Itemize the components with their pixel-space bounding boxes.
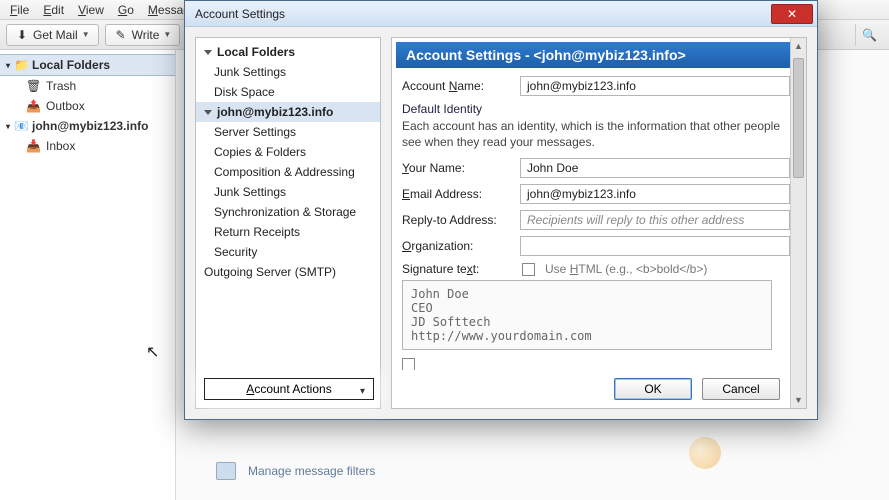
chevron-down-icon: ▾ <box>6 122 10 131</box>
use-html-checkbox[interactable] <box>522 263 535 276</box>
scroll-up-icon[interactable]: ▲ <box>791 38 806 54</box>
identity-desc: Each account has an identity, which is t… <box>402 118 782 150</box>
chevron-down-icon: ▾ <box>6 61 10 70</box>
close-button[interactable]: ✕ <box>771 4 813 24</box>
dialog-panel: Account Settings - <john@mybiz123.info> … <box>391 37 807 409</box>
nav-smtp[interactable]: Outgoing Server (SMTP) <box>196 262 380 282</box>
org-label: Organization: <box>402 239 512 253</box>
dropdown-icon: ▼ <box>163 30 171 39</box>
search-icon[interactable]: 🔍 <box>855 24 883 46</box>
account-name-input[interactable]: john@mybiz123.info <box>520 76 790 96</box>
inbox-label: Inbox <box>46 139 75 153</box>
signature-textarea[interactable]: John Doe CEO JD Softtech http://www.your… <box>402 280 772 350</box>
email-input[interactable]: john@mybiz123.info <box>520 184 790 204</box>
nav-account[interactable]: john@mybiz123.info <box>196 102 380 122</box>
chevron-down-icon <box>204 110 212 115</box>
inbox-icon: 📥 <box>26 139 40 153</box>
panel-header: Account Settings - <john@mybiz123.info> <box>396 42 802 68</box>
folder-outbox[interactable]: 📤 Outbox <box>0 96 175 116</box>
write-label: Write <box>132 28 160 42</box>
watermark <box>689 431 869 475</box>
panel-scrollbar[interactable]: ▲ ▼ <box>790 38 806 408</box>
identity-title: Default Identity <box>402 102 792 116</box>
folder-icon: 📁 <box>14 58 28 72</box>
dialog-titlebar[interactable]: Account Settings ✕ <box>185 1 817 27</box>
your-name-input[interactable]: John Doe <box>520 158 790 178</box>
scroll-down-icon[interactable]: ▼ <box>791 392 806 408</box>
account-settings-dialog: Account Settings ✕ Local Folders Junk Se… <box>184 0 818 420</box>
account-actions-button[interactable]: Account Actions <box>204 378 374 400</box>
local-folders-label: Local Folders <box>32 58 110 72</box>
manage-filters-link[interactable]: Manage message filters <box>216 462 375 480</box>
folder-inbox[interactable]: 📥 Inbox <box>0 136 175 156</box>
write-button[interactable]: ✎ Write ▼ <box>105 24 181 46</box>
folder-account[interactable]: ▾ 📧 john@mybiz123.info <box>0 116 175 136</box>
outbox-icon: 📤 <box>26 99 40 113</box>
trash-icon: 🗑 <box>26 79 40 93</box>
outbox-label: Outbox <box>46 99 85 113</box>
chevron-down-icon <box>204 50 212 55</box>
use-html-label: Use HTML (e.g., <b>bold</b>) <box>545 262 707 276</box>
nav-return-receipts[interactable]: Return Receipts <box>196 222 380 242</box>
menu-edit[interactable]: Edit <box>37 1 70 19</box>
attach-sig-checkbox[interactable] <box>402 358 415 371</box>
nav-junk2[interactable]: Junk Settings <box>196 182 380 202</box>
get-mail-button[interactable]: ⬇ Get Mail ▼ <box>6 24 99 46</box>
nav-junk-settings[interactable]: Junk Settings <box>196 62 380 82</box>
nav-disk-space[interactable]: Disk Space <box>196 82 380 102</box>
logo-icon <box>689 437 721 469</box>
ok-button[interactable]: OK <box>614 378 692 400</box>
scroll-thumb[interactable] <box>793 58 804 178</box>
nav-composition[interactable]: Composition & Addressing <box>196 162 380 182</box>
folder-local-folders[interactable]: ▾ 📁 Local Folders <box>0 54 175 76</box>
download-icon: ⬇ <box>15 28 29 42</box>
dialog-title: Account Settings <box>195 7 771 21</box>
folder-tree: ▾ 📁 Local Folders 🗑 Trash 📤 Outbox ▾ 📧 j… <box>0 50 176 500</box>
signature-label: Signature text: <box>402 262 512 276</box>
trash-label: Trash <box>46 79 76 93</box>
account-label: john@mybiz123.info <box>32 119 148 133</box>
manage-filters-label: Manage message filters <box>248 464 375 478</box>
account-actions-label: Account Actions <box>246 382 331 396</box>
your-name-label: Your Name: <box>402 161 512 175</box>
nav-copies-folders[interactable]: Copies & Folders <box>196 142 380 162</box>
account-name-label: Account Name: <box>402 79 512 93</box>
menu-go[interactable]: Go <box>112 1 140 19</box>
email-label: Email Address: <box>402 187 512 201</box>
close-icon: ✕ <box>787 7 797 21</box>
nav-local-folders[interactable]: Local Folders <box>196 42 380 62</box>
nav-server-settings[interactable]: Server Settings <box>196 122 380 142</box>
truncated-row <box>402 356 772 370</box>
filter-icon <box>216 462 236 480</box>
menu-file[interactable]: File <box>4 1 35 19</box>
dialog-nav: Local Folders Junk Settings Disk Space j… <box>195 37 381 409</box>
reply-label: Reply-to Address: <box>402 213 512 227</box>
nav-sync-storage[interactable]: Synchronization & Storage <box>196 202 380 222</box>
nav-security[interactable]: Security <box>196 242 380 262</box>
dropdown-icon: ▼ <box>82 30 90 39</box>
get-mail-label: Get Mail <box>33 28 78 42</box>
mail-account-icon: 📧 <box>14 119 28 133</box>
cancel-button[interactable]: Cancel <box>702 378 780 400</box>
reply-input[interactable]: Recipients will reply to this other addr… <box>520 210 790 230</box>
folder-trash[interactable]: 🗑 Trash <box>0 76 175 96</box>
pencil-icon: ✎ <box>114 28 128 42</box>
org-input[interactable] <box>520 236 790 256</box>
menu-view[interactable]: View <box>72 1 110 19</box>
